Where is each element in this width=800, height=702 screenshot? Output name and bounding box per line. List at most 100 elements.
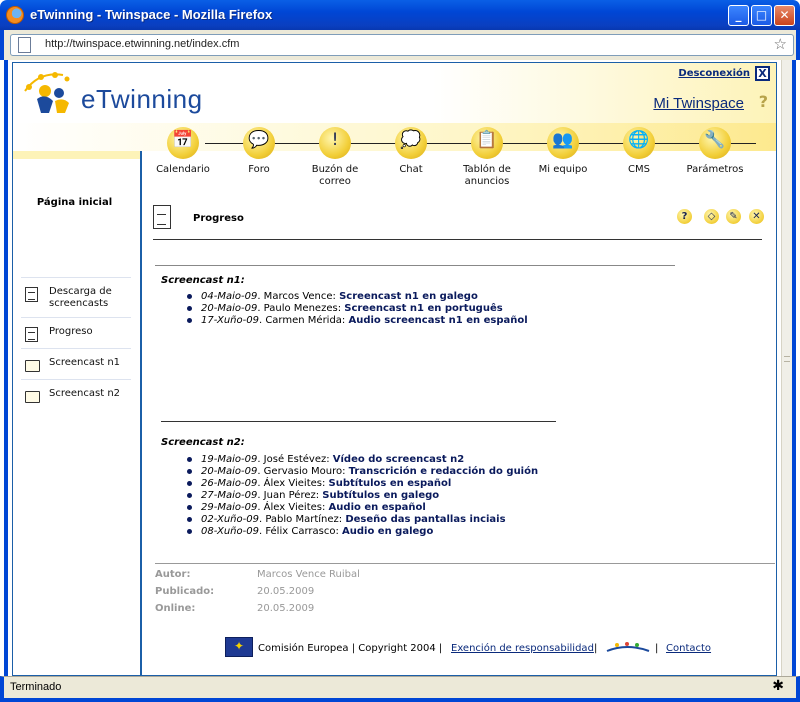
item-date: 29-Maio-09 [201, 502, 258, 513]
document-icon [153, 205, 171, 229]
sidebar-item-1[interactable]: Descarga de screencasts [21, 277, 131, 317]
list-item: 17-Xuño-09. Carmen Mérida: Audio screenc… [187, 315, 528, 327]
maximize-button[interactable]: □ [751, 5, 772, 26]
item-title[interactable]: Vídeo do screencast n2 [333, 454, 464, 465]
url-field[interactable]: http://twinspace.etwinning.net/index.cfm… [10, 34, 794, 56]
nav-label: Buzón de correo [311, 164, 359, 187]
footer-text: Comisión Europea | Copyright 2004 | [258, 643, 443, 654]
nav-label: Parámetros [686, 164, 744, 175]
item-title[interactable]: Screencast n1 en português [344, 303, 502, 314]
divider [155, 563, 775, 564]
item-title[interactable]: Subtítulos en galego [322, 490, 439, 501]
etwinning-mini-logo-icon [606, 642, 650, 652]
cms-icon-glyph: 🌐 [628, 130, 650, 150]
edit-tool-icon[interactable]: ◇ [704, 209, 719, 224]
nav-label: CMS [628, 164, 650, 175]
item-title[interactable]: Screencast n1 en galego [339, 291, 478, 302]
item-date: 19-Maio-09 [201, 454, 258, 465]
item-person: . Álex Vieites: [257, 502, 329, 513]
sidebar-item-label: Screencast n2 [49, 388, 121, 399]
sidebar-item-label: Descarga de screencasts [49, 286, 112, 309]
nav-item-6[interactable]: 👥 Mi equipo [525, 127, 601, 176]
nav-item-7[interactable]: 🌐 CMS [601, 127, 677, 176]
firefox-logo-icon [6, 6, 24, 24]
page-icon [18, 37, 31, 53]
tools-icon: 🔧 [699, 127, 731, 159]
item-title[interactable]: Transcrición e redacción do guión [349, 466, 538, 477]
nav-label: Mi equipo [538, 164, 588, 175]
cms-icon: 🌐 [623, 127, 655, 159]
team-icon-glyph: 👥 [552, 130, 574, 150]
calendar-icon: 📅 [167, 127, 199, 159]
section-heading: Screencast n2: [161, 437, 245, 448]
status-bar: Terminado ✱ [0, 676, 800, 702]
item-person: . Álex Vieites: [257, 478, 329, 489]
contact-link[interactable]: Contacto [666, 643, 711, 654]
sidebar-item-3[interactable]: Screencast n1 [21, 348, 131, 379]
page-title: Progreso [193, 213, 244, 224]
nav-item-3[interactable]: ! Buzón de correo [297, 127, 373, 188]
help-icon[interactable]: ? [759, 92, 768, 111]
bookmark-star-icon[interactable]: ☆ [774, 35, 787, 53]
close-window-button[interactable]: ✕ [774, 5, 795, 26]
item-title[interactable]: Deseño das pantallas inciais [345, 514, 505, 525]
nav-item-8[interactable]: 🔧 Parámetros [677, 127, 753, 176]
footer-separator: | [655, 643, 659, 654]
noticeboard-icon-glyph: 📋 [476, 130, 498, 150]
item-title[interactable]: Audio en español [329, 502, 426, 513]
sidebar-item-2[interactable]: Progreso [21, 317, 131, 348]
my-twinspace-link[interactable]: Mi Twinspace [653, 95, 744, 112]
item-date: 02-Xuño-09 [201, 514, 259, 525]
nav-item-5[interactable]: 📋 Tablón de anuncios [449, 127, 525, 188]
list-item: 04-Maio-09. Marcos Vence: Screencast n1 … [187, 291, 528, 303]
minimize-button[interactable]: _ [728, 5, 749, 26]
document-icon [25, 327, 38, 342]
published-value: 20.05.2009 [257, 586, 315, 597]
item-title[interactable]: Subtítulos en español [329, 478, 452, 489]
item-title[interactable]: Audio en galego [342, 526, 433, 537]
url-text: http://twinspace.etwinning.net/index.cfm [45, 38, 240, 50]
list-item: 08-Xuño-09. Félix Carrasco: Audio en gal… [187, 526, 538, 538]
sidebar-title[interactable]: Página inicial [13, 197, 136, 208]
list-item: 02-Xuño-09. Pablo Martínez: Deseño das p… [187, 514, 538, 526]
item-title[interactable]: Audio screencast n1 en español [348, 315, 527, 326]
help-tool-icon[interactable]: ? [677, 209, 692, 224]
item-person: . Juan Pérez: [257, 490, 323, 501]
folder-icon [25, 360, 40, 372]
sidebar-item-label: Screencast n1 [49, 357, 121, 368]
list-item: 27-Maio-09. Juan Pérez: Subtítulos en ga… [187, 490, 538, 502]
item-person: . Pablo Martínez: [258, 514, 346, 525]
nav-item-1[interactable]: 📅 Calendario [145, 127, 221, 176]
status-text: Terminado [10, 681, 62, 693]
mailbox-icon-glyph: ! [331, 130, 339, 150]
item-date: 20-Maio-09 [201, 303, 258, 314]
item-person: . José Estévez: [257, 454, 333, 465]
list-item: 20-Maio-09. Gervasio Mouro: Transcrición… [187, 466, 538, 478]
scrollbar[interactable] [781, 60, 792, 676]
delete-tool-icon[interactable]: ✕ [749, 209, 764, 224]
logo-wordmark: eTwinning [81, 84, 203, 114]
list-item: 20-Maio-09. Paulo Menezes: Screencast n1… [187, 303, 528, 315]
disclaimer-link[interactable]: Exención de responsabilidad [451, 643, 594, 654]
etwinning-logo[interactable]: eTwinning [19, 69, 229, 119]
sidebar-item-4[interactable]: Screencast n2 [21, 379, 131, 410]
item-date: 26-Maio-09 [201, 478, 258, 489]
main-content: Progreso ? ◇ ✎ ✕ Screencast n1: 04-Maio-… [153, 201, 775, 671]
window-titlebar: eTwinning - Twinspace - Mozilla Firefox … [0, 0, 800, 30]
item-date: 20-Maio-09 [201, 466, 258, 477]
nav-item-4[interactable]: 💭 Chat [373, 127, 449, 176]
logout-close-icon[interactable]: X [755, 66, 770, 81]
item-date: 08-Xuño-09 [201, 526, 259, 537]
mailbox-icon: ! [319, 127, 351, 159]
rename-tool-icon[interactable]: ✎ [726, 209, 741, 224]
page-header: eTwinning Desconexión X Mi Twinspace ? [13, 63, 776, 123]
chat-icon-glyph: 💭 [400, 130, 422, 150]
online-value: 20.05.2009 [257, 603, 315, 614]
firebug-icon[interactable]: ✱ [772, 678, 784, 694]
screencast1-list: 04-Maio-09. Marcos Vence: Screencast n1 … [187, 291, 528, 327]
nav-item-2[interactable]: 💬 Foro [221, 127, 297, 176]
eu-flag-icon [225, 637, 253, 657]
logout-link[interactable]: Desconexión [678, 68, 750, 79]
calendar-icon-glyph: 📅 [172, 130, 194, 150]
author-label: Autor: [155, 569, 191, 580]
